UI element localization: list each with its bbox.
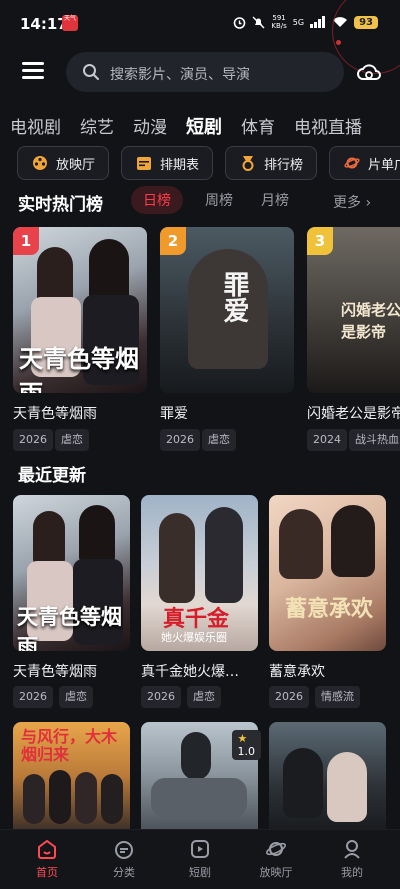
card-title: 天青色等烟雨 — [13, 664, 97, 680]
tab-tv-live[interactable]: 电视直播 — [294, 113, 362, 139]
year-tag: 2026 — [269, 686, 309, 708]
tab-sports[interactable]: 体育 — [241, 113, 275, 139]
more-link[interactable]: 更多 › — [333, 192, 371, 212]
planet-icon — [344, 157, 360, 169]
nav-short-drama[interactable]: 短剧 — [170, 838, 230, 880]
star-icon: ★ — [237, 732, 248, 745]
film-reel-icon — [33, 156, 47, 170]
net-speed: 591 KB/s — [271, 14, 287, 30]
theater-button[interactable]: 放映厅 — [17, 146, 109, 180]
alarm-icon — [234, 16, 246, 29]
genre-tag: 虐恋 — [55, 429, 89, 451]
decorative-dot — [336, 40, 341, 45]
ranking-button[interactable]: 排行榜 — [225, 146, 317, 180]
status-badge: 天气 — [62, 15, 78, 31]
nav-theater[interactable]: 放映厅 — [246, 838, 306, 880]
tab-anime[interactable]: 动漫 — [133, 113, 167, 139]
planet-icon — [266, 842, 286, 856]
ranking-period-tabs: 日榜 周榜 月榜 — [131, 186, 317, 214]
tab-monthly[interactable]: 月榜 — [261, 190, 289, 210]
card-title: 罪爱 — [160, 406, 188, 422]
category-icon — [115, 841, 133, 859]
year-tag: 2024 — [307, 429, 347, 451]
search-placeholder: 搜索影片、演员、导演 — [110, 67, 250, 83]
cloud-sync-icon[interactable] — [356, 60, 382, 84]
genre-tag: 虐恋 — [202, 429, 236, 451]
bottom-nav: 首页 分类 短剧 放映厅 我的 — [0, 829, 400, 889]
poster-image: 真千金 她火爆娱乐圈 — [141, 495, 258, 651]
signal-icon — [310, 16, 326, 28]
card-title: 真千金她火爆… — [141, 664, 239, 680]
poster-image: 天青色等烟雨 — [13, 495, 130, 651]
schedule-button[interactable]: 排期表 — [121, 146, 213, 180]
year-tag: 2026 — [141, 686, 181, 708]
year-tag: 2026 — [160, 429, 200, 451]
card-title: 蓄意承欢 — [269, 664, 325, 680]
poster-image: 与风行，大木烟归来 — [13, 722, 130, 832]
rank-badge: 2 — [160, 227, 186, 255]
quick-entry-row: 放映厅 排期表 排行榜 片单广场 — [0, 146, 400, 180]
rank-badge: 1 — [13, 227, 39, 255]
tab-weekly[interactable]: 周榜 — [205, 190, 233, 210]
chevron-right-icon: › — [365, 195, 372, 211]
category-tabs: 电视剧 综艺 动漫 短剧 体育 电视直播 — [10, 113, 381, 139]
mute-icon — [252, 16, 265, 28]
nav-category[interactable]: 分类 — [94, 838, 154, 880]
card-title: 闪婚老公是影帝 — [307, 406, 400, 422]
tab-variety[interactable]: 综艺 — [80, 113, 114, 139]
genre-tag: 虐恋 — [187, 686, 221, 708]
hot-ranking-title: 实时热门榜 — [18, 195, 103, 215]
score-badge: ★ 1.0 — [231, 730, 261, 760]
search-icon — [83, 64, 99, 80]
search-header: 搜索影片、演员、导演 — [0, 52, 400, 92]
poster-image: 蓄意承欢 — [269, 495, 386, 651]
nav-home[interactable]: 首页 — [17, 838, 77, 880]
year-tag: 2026 — [13, 429, 53, 451]
calendar-icon — [137, 157, 151, 170]
status-time: 14:17 — [20, 15, 68, 33]
nav-profile[interactable]: 我的 — [322, 838, 382, 880]
signal-label: 5G — [292, 17, 305, 27]
medal-icon — [242, 156, 254, 171]
genre-tag: 情感流 — [315, 686, 360, 708]
search-bar[interactable]: 搜索影片、演员、导演 — [66, 52, 344, 92]
profile-icon — [344, 840, 360, 859]
playlist-square-button[interactable]: 片单广场 — [329, 146, 400, 180]
year-tag: 2026 — [13, 686, 53, 708]
genre-tag: 虐恋 — [59, 686, 93, 708]
tab-daily[interactable]: 日榜 — [131, 186, 183, 214]
home-icon — [38, 839, 56, 859]
card-title: 天青色等烟雨 — [13, 406, 97, 422]
genre-tag: 战斗热血 — [349, 429, 400, 451]
rank-badge: 3 — [307, 227, 333, 255]
poster-image — [269, 722, 386, 832]
recent-updates-title: 最近更新 — [18, 466, 86, 486]
short-drama-icon — [191, 840, 209, 858]
tab-short-drama[interactable]: 短剧 — [186, 113, 222, 139]
tab-tv-series[interactable]: 电视剧 — [10, 113, 61, 139]
menu-icon[interactable] — [22, 62, 44, 80]
